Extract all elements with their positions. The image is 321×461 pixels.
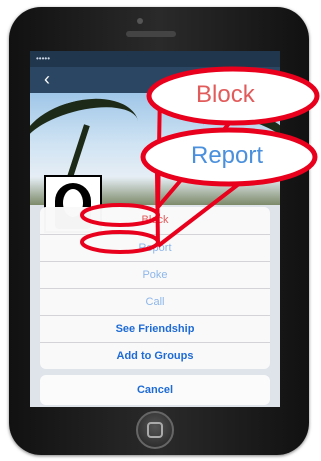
report-highlight-ring (80, 230, 160, 254)
callout-overlay (80, 66, 320, 254)
report-connector-line (155, 172, 160, 247)
report-callout-label: Report (191, 142, 264, 169)
block-callout-label: Block (196, 81, 255, 108)
block-highlight-ring (80, 203, 160, 227)
